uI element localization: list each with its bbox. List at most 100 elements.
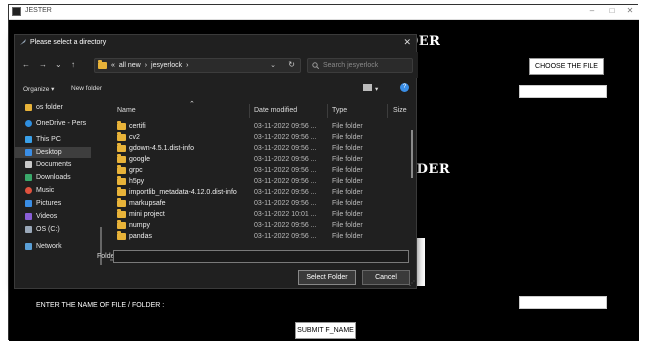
folder-icon (117, 209, 126, 218)
refresh-icon[interactable]: ↻ (288, 60, 295, 69)
list-item[interactable]: markupsafe 03-11-2022 09:56 ... File folde… (105, 198, 405, 211)
file-path-input[interactable] (519, 85, 607, 98)
app-window: JESTER – □ ✕ DER CHOOSE THE FILE LDER EN… (8, 4, 639, 341)
file-date: 03-11-2022 09:56 ... (254, 200, 317, 207)
file-type: File folder (332, 134, 363, 141)
file-type: File folder (332, 178, 363, 185)
sidebar-item-label: Network (36, 243, 62, 250)
breadcrumb-all-new[interactable]: all new (119, 62, 141, 69)
sidebar-item-desktop[interactable]: Desktop (15, 147, 91, 158)
address-dropdown-icon[interactable]: ⌄ (270, 61, 276, 69)
file-type: File folder (332, 145, 363, 152)
file-date: 03-11-2022 09:56 ... (254, 123, 317, 130)
file-name: google (117, 154, 150, 163)
enter-name-label: ENTER THE NAME OF FILE / FOLDER : (36, 302, 165, 309)
column-header-size[interactable]: Size (393, 107, 407, 114)
breadcrumb-sep-icon: › (144, 62, 148, 69)
app-logo-icon (12, 7, 21, 16)
file-name-text: certifi (129, 123, 146, 130)
list-item[interactable]: h5py 03-11-2022 09:56 ... File folder (105, 176, 405, 189)
file-name-text: grpc (129, 167, 143, 174)
folder-input[interactable] (113, 250, 409, 263)
sidebar-item-downloads[interactable]: Downloads (25, 174, 71, 181)
name-input[interactable] (519, 296, 607, 309)
column-header-date[interactable]: Date modified (254, 107, 297, 114)
file-name-text: h5py (129, 178, 145, 185)
drive-icon (25, 226, 32, 233)
file-type: File folder (332, 222, 363, 229)
sidebar-item-network[interactable]: Network (25, 243, 62, 250)
dialog-title: Please select a directory (30, 38, 107, 46)
back-arrow-icon[interactable]: ← (22, 60, 30, 69)
dialog-close-button[interactable]: ✕ (403, 37, 411, 48)
help-icon[interactable]: ? (400, 83, 409, 92)
list-item[interactable]: pandas 03-11-2022 09:56 ... File folder (105, 231, 405, 244)
list-item[interactable]: grpc 03-11-2022 09:56 ... File folder (105, 165, 405, 178)
folder-icon (117, 220, 126, 229)
file-name: numpy (117, 220, 150, 229)
column-header-type[interactable]: Type (332, 107, 347, 114)
address-bar[interactable]: « all new › jesyerlock › ⌄ ↻ (94, 58, 301, 73)
recent-locations-chevron-icon[interactable]: ⌄ (55, 60, 62, 69)
sidebar-item-os-c[interactable]: OS (C:) (25, 226, 60, 233)
folder-icon (117, 165, 126, 174)
file-date: 03-11-2022 09:56 ... (254, 134, 317, 141)
file-date: 03-11-2022 09:56 ... (254, 222, 317, 229)
list-item[interactable]: gdown-4.5.1.dist-info 03-11-2022 09:56 ..… (105, 143, 405, 156)
sidebar-item-videos[interactable]: Videos (25, 213, 57, 220)
file-date: 03-11-2022 10:01 ... (254, 211, 317, 218)
list-item[interactable]: certifi 03-11-2022 09:56 ... File folder (105, 121, 405, 134)
sidebar-item-label: OS (C:) (36, 226, 60, 233)
sidebar-item-onedrive[interactable]: OneDrive - Pers (25, 120, 86, 127)
breadcrumb-overflow[interactable]: « (111, 62, 115, 69)
resize-grip-icon[interactable]: ⋰ (409, 280, 415, 287)
column-divider[interactable] (327, 104, 328, 118)
new-folder-button[interactable]: New folder (71, 85, 102, 92)
view-options-icon[interactable] (363, 84, 372, 91)
list-item[interactable]: google 03-11-2022 09:56 ... File folder (105, 154, 405, 167)
app-body: DER CHOOSE THE FILE LDER ENTER THE NAME … (9, 20, 639, 341)
breadcrumb-jesyerlock[interactable]: jesyerlock (151, 62, 182, 69)
dialog-titlebar: Please select a directory (19, 38, 106, 46)
submit-button[interactable]: SUBMIT F_NAME (295, 322, 356, 339)
breadcrumb-sep-icon: › (186, 62, 189, 69)
cancel-button[interactable]: Cancel (362, 270, 410, 285)
sidebar-item-label: Documents (36, 161, 72, 168)
file-list-scrollbar[interactable] (411, 130, 413, 178)
column-divider[interactable] (249, 104, 250, 118)
file-name-text: pandas (129, 233, 152, 240)
sidebar-item-music[interactable]: Music (25, 187, 54, 194)
navigation-pane: os folder OneDrive - Pers This PC Deskto… (15, 99, 103, 265)
organize-button[interactable]: Organize ▾ (23, 85, 54, 93)
list-item[interactable]: cv2 03-11-2022 09:56 ... File folder (105, 132, 405, 145)
file-type: File folder (332, 233, 363, 240)
file-type: File folder (332, 211, 363, 218)
folder-icon (117, 176, 126, 185)
dialog-nav-bar: ← → ⌄ ↑ « all new › jesyerlock › ⌄ ↻ Sea… (15, 52, 418, 78)
maximize-button[interactable]: □ (605, 6, 619, 15)
file-name-text: importlib_metadata-4.12.0.dist-info (129, 189, 237, 196)
column-divider[interactable] (387, 104, 388, 118)
list-item[interactable]: importlib_metadata-4.12.0.dist-info 03-11… (105, 187, 405, 200)
choose-file-button[interactable]: CHOOSE THE FILE (529, 58, 604, 75)
sidebar-item-pictures[interactable]: Pictures (25, 200, 61, 207)
up-arrow-icon[interactable]: ↑ (71, 60, 75, 69)
select-directory-dialog: Please select a directory ✕ ← → ⌄ ↑ « al… (14, 34, 418, 289)
view-dropdown-icon[interactable]: ▾ (375, 85, 378, 93)
search-icon (312, 62, 319, 69)
select-folder-button[interactable]: Select Folder (298, 270, 356, 285)
list-item[interactable]: mini project 03-11-2022 10:01 ... File fol… (105, 209, 405, 222)
column-header-name[interactable]: Name (117, 107, 136, 114)
sidebar-item-this-pc[interactable]: This PC (25, 136, 61, 143)
sidebar-item-documents[interactable]: Documents (25, 161, 71, 168)
search-box[interactable]: Search jesyerlock (307, 58, 413, 73)
forward-arrow-icon[interactable]: → (39, 60, 47, 69)
close-window-button[interactable]: ✕ (623, 6, 637, 15)
folder-icon (117, 132, 126, 141)
cloud-icon (25, 120, 32, 127)
list-item[interactable]: numpy 03-11-2022 09:56 ... File folder (105, 220, 405, 233)
folder-icon (117, 154, 126, 163)
sidebar-item-os-folder[interactable]: os folder (25, 104, 63, 111)
file-date: 03-11-2022 09:56 ... (254, 233, 317, 240)
minimize-button[interactable]: – (585, 6, 599, 15)
